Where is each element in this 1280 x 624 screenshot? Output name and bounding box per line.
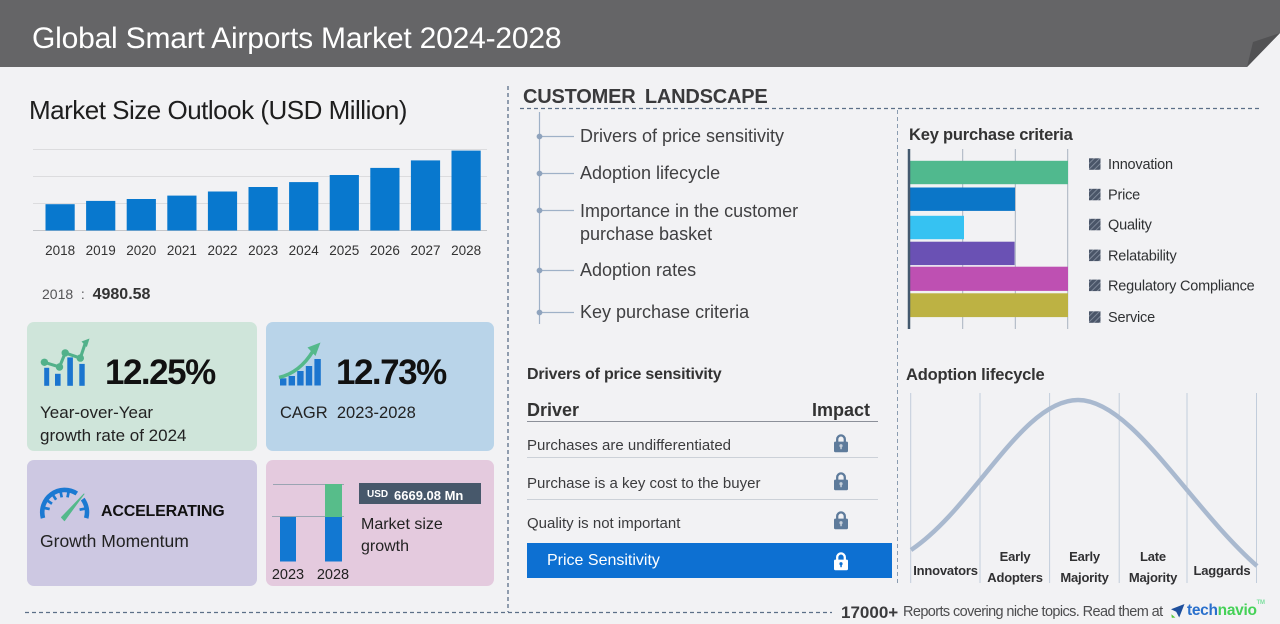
svg-text:Relatability: Relatability [1108, 248, 1177, 264]
svg-text:Regulatory Compliance: Regulatory Compliance [1108, 278, 1255, 294]
svg-text:Quality: Quality [1108, 218, 1153, 234]
svg-text:Innovation: Innovation [1108, 157, 1173, 173]
svg-text:Service: Service [1108, 310, 1155, 326]
svg-text:Price: Price [1108, 188, 1140, 204]
